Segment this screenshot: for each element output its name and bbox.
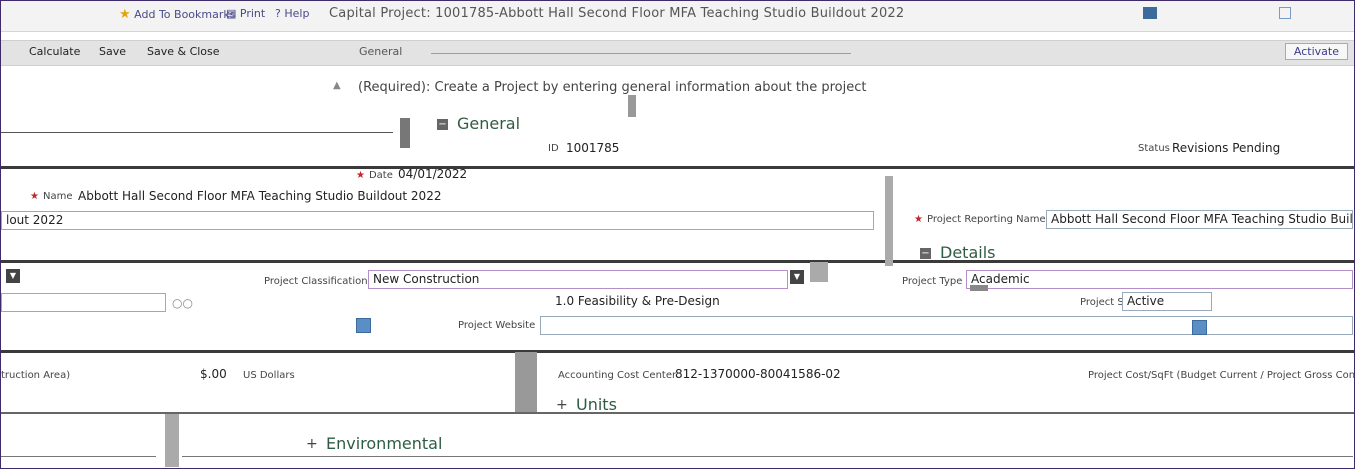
window-icon [1143, 7, 1157, 19]
details-section-label: Details [940, 243, 996, 262]
status-value: Revisions Pending [1172, 141, 1281, 155]
expand-icon: + [556, 397, 568, 413]
project-website-label: Project Website [458, 320, 536, 331]
divider [1, 456, 156, 457]
band-divider [1, 166, 1354, 169]
star-icon: ★ [119, 7, 131, 22]
print-link[interactable]: ▤ Print [226, 7, 265, 20]
date-label: ★ Date [356, 170, 393, 181]
units-section-header[interactable]: + Units [556, 395, 617, 414]
save-button[interactable]: Save [99, 45, 126, 58]
classification-field[interactable]: New Construction [368, 270, 788, 289]
collapse-icon: − [920, 248, 931, 259]
project-type-field[interactable]: Academic [966, 270, 1353, 289]
toolbar-divider [431, 53, 851, 54]
printer-icon: ▤ [226, 7, 237, 20]
band-divider [1, 350, 1354, 353]
collapse-icon: − [437, 119, 448, 130]
column-divider [810, 262, 828, 282]
save-close-button[interactable]: Save & Close [147, 45, 220, 58]
date-label-text: Date [368, 170, 393, 181]
required-notice: (Required): Create a Project by entering… [358, 80, 867, 95]
lookup-icon[interactable] [1192, 320, 1207, 335]
id-label: ID [548, 143, 559, 154]
calendar-icon[interactable] [356, 318, 371, 333]
general-section-label: General [457, 114, 521, 133]
date-value[interactable]: 04/01/2022 [398, 167, 467, 181]
collapse-up-icon[interactable]: ▲ [333, 80, 345, 91]
maximize-icon[interactable] [1279, 7, 1291, 19]
help-icon: ? [275, 7, 281, 20]
band-divider [1, 260, 1354, 263]
reporting-name-label-text: Project Reporting Name [926, 214, 1046, 225]
cost-sqft-label: Project Cost/SqFt (Budget Current / Proj… [1088, 370, 1355, 381]
required-icon: ★ [914, 214, 923, 225]
name-label-text: Name [42, 191, 73, 202]
project-website-field[interactable] [540, 316, 1353, 335]
divider [182, 456, 1353, 457]
title-bar: ★ Add To Bookmarks ▤ Print ? Help Capita… [1, 1, 1354, 32]
scroll-artifact [400, 118, 410, 148]
dropdown-arrow-icon[interactable]: ▼ [790, 270, 804, 284]
environmental-section-header[interactable]: + Environmental [306, 434, 442, 453]
project-type-label: Project Type [902, 276, 963, 287]
status-label: Status [1138, 143, 1170, 154]
activate-button[interactable]: Activate [1284, 43, 1348, 60]
help-label: Help [284, 7, 310, 20]
project-phase-value: 1.0 Feasibility & Pre-Design [555, 294, 720, 308]
column-divider [165, 414, 179, 467]
print-label: Print [239, 7, 266, 20]
currency-label: US Dollars [243, 370, 295, 381]
band-divider [1, 412, 1354, 414]
search-icon[interactable]: ○○ [172, 296, 193, 310]
help-link[interactable]: ? Help [275, 7, 309, 20]
column-divider [515, 352, 537, 412]
construction-area-label: truction Area) [1, 370, 71, 381]
scroll-artifact [628, 95, 636, 117]
required-icon: ★ [356, 170, 365, 181]
amount-value: $.00 [200, 367, 227, 381]
search-field[interactable] [1, 293, 166, 312]
id-value: 1001785 [566, 141, 620, 155]
classification-label: Project Classification [264, 276, 368, 287]
tab-general[interactable]: General [359, 45, 402, 58]
name-value[interactable]: Abbott Hall Second Floor MFA Teaching St… [78, 189, 441, 203]
add-bookmarks-label: Add To Bookmarks [134, 8, 236, 21]
expand-icon: + [306, 436, 318, 452]
calculate-button[interactable]: Calculate [29, 45, 80, 58]
page-title: Capital Project: 1001785-Abbott Hall Sec… [329, 6, 905, 21]
details-section-header[interactable]: − Details [920, 243, 995, 262]
window-frame [0, 0, 1355, 469]
accounting-label: Accounting Cost Center [558, 370, 677, 381]
required-icon: ★ [30, 191, 39, 202]
units-section-label: Units [576, 395, 617, 414]
reporting-name-label: ★ Project Reporting Name [914, 214, 1046, 225]
environmental-section-label: Environmental [326, 434, 443, 453]
toolbar: Calculate Save Save & Close General Acti… [1, 40, 1354, 66]
column-divider [885, 176, 893, 266]
name-label: ★ Name [30, 191, 72, 202]
general-section-header[interactable]: − General [437, 114, 520, 133]
name-field[interactable]: lout 2022 [1, 211, 874, 230]
accounting-value: 812-1370000-80041586-02 [675, 367, 841, 381]
reporting-name-field[interactable]: Abbott Hall Second Floor MFA Teaching St… [1046, 210, 1353, 229]
dropdown-arrow-icon[interactable]: ▼ [6, 269, 20, 283]
field-artifact [970, 285, 988, 291]
divider [1, 132, 393, 133]
add-bookmarks-link[interactable]: ★ Add To Bookmarks [119, 7, 235, 22]
project-state-field[interactable]: Active [1122, 292, 1212, 311]
